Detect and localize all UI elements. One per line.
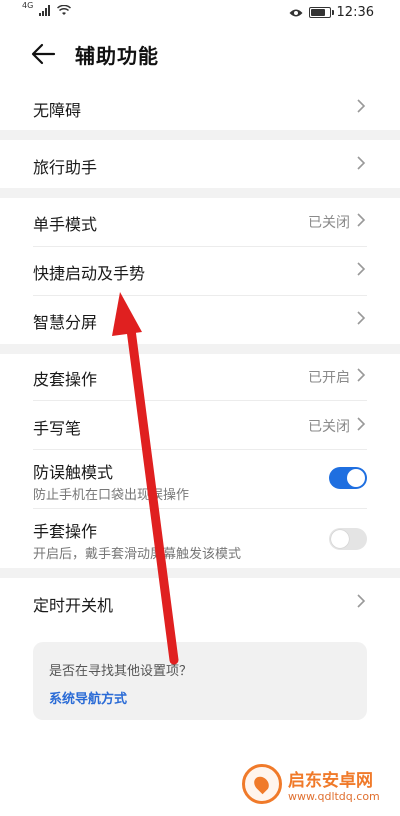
settings-row-glove-mode[interactable]: 手套操作 开启后，戴手套滑动屏幕触发该模式 [0, 509, 400, 568]
watermark-url: www.qdltdq.com [288, 790, 380, 803]
settings-row-scheduled-power[interactable]: 定时开关机 [0, 578, 400, 626]
page-header: 辅助功能 [0, 30, 400, 78]
settings-row-quick-launch-gestures[interactable]: 快捷启动及手势 [0, 247, 400, 295]
status-bar: 4G 12:36 [0, 0, 400, 26]
status-time: 12:36 [336, 5, 374, 20]
settings-row-one-hand-mode[interactable]: 单手模式 已关闭 [0, 198, 400, 246]
settings-row-travel-assistant[interactable]: 旅行助手 [0, 140, 400, 188]
row-label: 定时开关机 [33, 596, 114, 615]
eye-icon [289, 9, 303, 16]
section-gap [0, 130, 400, 140]
network-label: 4G [22, 1, 34, 10]
chevron-right-icon [357, 156, 366, 170]
battery-fill [310, 9, 325, 16]
chevron-right-icon [357, 213, 366, 227]
status-left: 4G [22, 1, 72, 16]
row-label: 防误触模式 [33, 463, 114, 482]
section-gap [0, 188, 400, 198]
row-subtitle: 开启后，戴手套滑动屏幕触发该模式 [33, 547, 242, 562]
battery-icon [308, 7, 334, 18]
chevron-right-icon [357, 262, 366, 276]
toggle-knob [347, 469, 365, 487]
row-label: 皮套操作 [33, 370, 98, 389]
settings-row-cover-operation[interactable]: 皮套操作 已开启 [0, 354, 400, 400]
suggestion-card: 是否在寻找其他设置项？ 系统导航方式 [33, 642, 367, 720]
row-label: 无障碍 [33, 101, 82, 120]
watermark-logo-icon [242, 764, 282, 804]
status-right: 12:36 [289, 5, 374, 20]
row-status-value: 已关闭 [308, 419, 350, 435]
accidental-touch-toggle[interactable] [329, 467, 367, 489]
chevron-right-icon [357, 99, 366, 113]
settings-row-smart-split-screen[interactable]: 智慧分屏 [0, 296, 400, 344]
row-status-value: 已关闭 [308, 215, 350, 231]
chevron-right-icon [357, 311, 366, 325]
watermark-title: 启东安卓网 [288, 771, 373, 791]
chevron-right-icon [357, 594, 366, 608]
section-gap [0, 344, 400, 354]
row-label: 单手模式 [33, 215, 98, 234]
back-arrow-icon[interactable] [28, 40, 58, 68]
row-label: 手套操作 [33, 522, 98, 541]
row-subtitle: 防止手机在口袋出现误操作 [33, 488, 190, 503]
row-status-value: 已开启 [308, 370, 350, 386]
glove-mode-toggle[interactable] [329, 528, 367, 550]
chevron-right-icon [357, 368, 366, 382]
settings-row-accessibility[interactable]: 无障碍 [0, 82, 400, 130]
toggle-knob [331, 530, 349, 548]
system-navigation-link[interactable]: 系统导航方式 [49, 688, 127, 707]
settings-row-stylus[interactable]: 手写笔 已关闭 [0, 401, 400, 449]
wifi-icon [57, 5, 72, 15]
row-label: 旅行助手 [33, 158, 98, 177]
section-gap [0, 568, 400, 578]
suggestion-question: 是否在寻找其他设置项？ [49, 664, 193, 679]
signal-icon [39, 5, 51, 16]
row-label: 手写笔 [33, 419, 82, 438]
page-title: 辅助功能 [75, 44, 159, 68]
row-label: 快捷启动及手势 [33, 264, 146, 283]
row-label: 智慧分屏 [33, 313, 98, 332]
chevron-right-icon [357, 417, 366, 431]
settings-row-accidental-touch[interactable]: 防误触模式 防止手机在口袋出现误操作 [0, 450, 400, 508]
watermark: 启东安卓网 www.qdltdq.com [242, 760, 392, 812]
